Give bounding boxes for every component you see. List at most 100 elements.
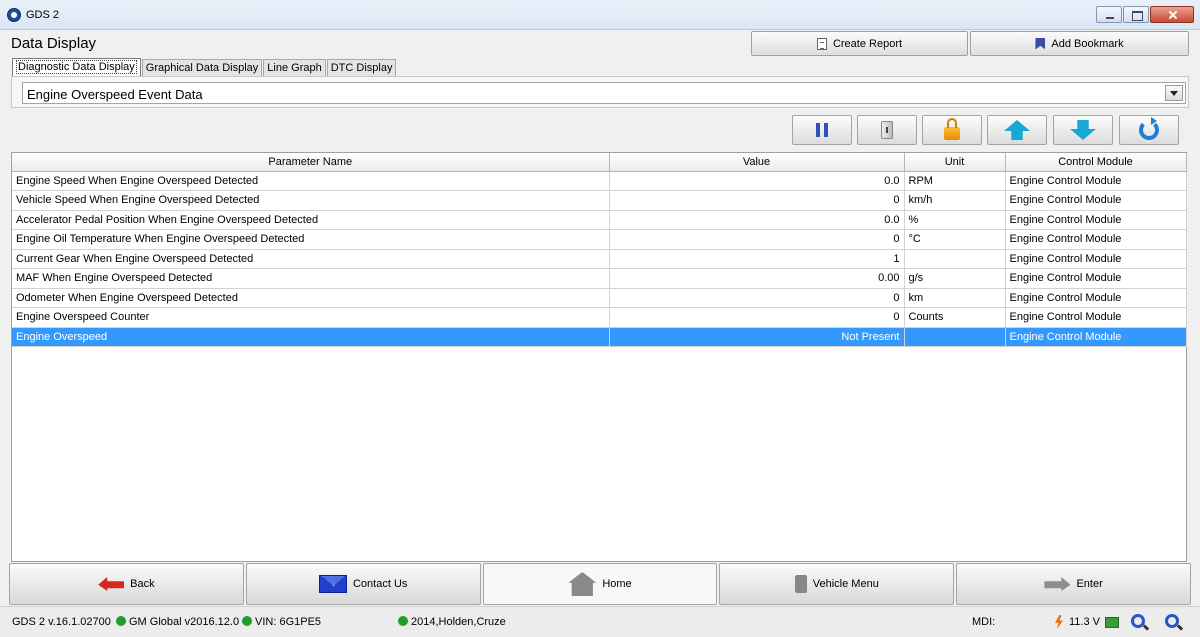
column-header-unit[interactable]: Unit <box>904 153 1006 172</box>
cell-unit: km/h <box>904 190 1006 211</box>
hold-icon <box>881 121 893 139</box>
table-row[interactable]: Current Gear When Engine Overspeed Detec… <box>12 249 1187 269</box>
bookmark-icon <box>1035 37 1046 50</box>
column-header-parameter-name[interactable]: Parameter Name <box>12 153 610 172</box>
window-title: GDS 2 <box>26 9 60 21</box>
enter-arrow-icon <box>1044 577 1071 591</box>
maximize-button[interactable] <box>1123 6 1149 23</box>
cell-value: 0.0 <box>609 210 905 230</box>
gds-app-icon <box>7 8 21 22</box>
chevron-down-icon[interactable] <box>1165 85 1183 101</box>
vin-status: VIN: 6G1PE5 <box>242 616 321 628</box>
cell-unit: Counts <box>904 307 1006 328</box>
status-dot-icon <box>398 616 408 626</box>
cell-value: 0 <box>609 229 905 250</box>
table-row[interactable]: Engine Oil Temperature When Engine Overs… <box>12 229 1187 250</box>
bottom-nav: Back Contact Us Home Vehicle Menu Enter <box>9 563 1191 605</box>
tab-line-graph[interactable]: Line Graph <box>263 59 326 76</box>
table-row[interactable]: Accelerator Pedal Position When Engine O… <box>12 210 1187 230</box>
add-bookmark-button[interactable]: Add Bookmark <box>970 31 1189 56</box>
tab-bar: Diagnostic Data Display Graphical Data D… <box>12 58 397 76</box>
cell-value: 0 <box>609 288 905 308</box>
cell-parameter-name: Vehicle Speed When Engine Overspeed Dete… <box>12 190 610 211</box>
table-row[interactable]: Odometer When Engine Overspeed Detected … <box>12 288 1187 308</box>
status-dot-icon <box>116 616 126 626</box>
cell-parameter-name: Accelerator Pedal Position When Engine O… <box>12 210 610 230</box>
lock-icon <box>944 118 960 140</box>
lock-button[interactable] <box>922 115 982 145</box>
create-report-button[interactable]: Create Report <box>751 31 968 56</box>
pause-button[interactable] <box>792 115 852 145</box>
data-list-select[interactable]: Engine Overspeed Event Data <box>22 82 1186 104</box>
table-header-row: Parameter Name Value Unit Control Module <box>12 153 1187 172</box>
back-label: Back <box>130 578 155 590</box>
table-row[interactable]: Engine Overspeed Counter 0 Counts Engine… <box>12 307 1187 328</box>
home-button[interactable]: Home <box>482 563 718 605</box>
back-button[interactable]: Back <box>9 563 244 605</box>
table-row[interactable]: Vehicle Speed When Engine Overspeed Dete… <box>12 190 1187 211</box>
move-up-button[interactable] <box>987 115 1047 145</box>
cell-parameter-name: Odometer When Engine Overspeed Detected <box>12 288 610 308</box>
cell-value: 0 <box>609 190 905 211</box>
global-version-status: GM Global v2016.12.0 <box>116 616 239 628</box>
battery-voltage: 11.3 V <box>1069 616 1100 628</box>
cell-parameter-name: MAF When Engine Overspeed Detected <box>12 268 610 289</box>
cell-control-module: Engine Control Module <box>1005 249 1187 269</box>
cell-parameter-name: Current Gear When Engine Overspeed Detec… <box>12 249 610 269</box>
home-label: Home <box>602 578 632 590</box>
enter-label: Enter <box>1076 578 1103 590</box>
close-button[interactable] <box>1150 6 1194 23</box>
tab-diagnostic-data-display[interactable]: Diagnostic Data Display <box>12 58 141 76</box>
cell-parameter-name: Engine Speed When Engine Overspeed Detec… <box>12 171 610 191</box>
window-title-bar: GDS 2 <box>0 0 1200 30</box>
column-header-control-module[interactable]: Control Module <box>1005 153 1187 172</box>
cell-unit: °C <box>904 229 1006 250</box>
refresh-icon <box>1139 117 1159 140</box>
mdi-label: MDI: <box>972 616 996 628</box>
cell-control-module: Engine Control Module <box>1005 210 1187 230</box>
parameter-table: Parameter Name Value Unit Control Module… <box>11 152 1187 562</box>
tab-dtc-display[interactable]: DTC Display <box>326 59 397 76</box>
hold-button[interactable] <box>857 115 917 145</box>
cell-parameter-name: Engine Oil Temperature When Engine Overs… <box>12 229 610 250</box>
vehicle-menu-button[interactable]: Vehicle Menu <box>719 563 955 605</box>
cell-control-module: Engine Control Module <box>1005 327 1187 347</box>
battery-voltage-icon <box>1055 615 1063 629</box>
arrow-down-icon <box>1070 120 1096 140</box>
cell-control-module: Engine Control Module <box>1005 190 1187 211</box>
table-row-selected[interactable]: Engine Overspeed Not Present Engine Cont… <box>12 327 1187 347</box>
contact-us-label: Contact Us <box>352 578 408 590</box>
add-bookmark-label: Add Bookmark <box>1051 37 1124 50</box>
contact-us-button[interactable]: Contact Us <box>245 563 481 605</box>
cell-unit: g/s <box>904 268 1006 289</box>
status-dot-icon <box>242 616 252 626</box>
connection-monitor-icon[interactable] <box>1105 617 1119 628</box>
cell-control-module: Engine Control Module <box>1005 171 1187 191</box>
refresh-button[interactable] <box>1119 115 1179 145</box>
zoom-out-icon[interactable] <box>1131 614 1145 628</box>
window-controls <box>1095 6 1194 23</box>
software-version: GDS 2 v.16.1.02700 <box>12 616 111 628</box>
cell-control-module: Engine Control Module <box>1005 268 1187 289</box>
cell-unit <box>904 249 1006 269</box>
move-down-button[interactable] <box>1053 115 1113 145</box>
column-header-value[interactable]: Value <box>609 153 905 172</box>
report-icon <box>816 37 827 50</box>
vehicle-info-status: 2014,Holden,Cruze <box>398 616 506 628</box>
cell-control-module: Engine Control Module <box>1005 307 1187 328</box>
pause-icon <box>816 123 828 137</box>
home-icon <box>568 572 597 596</box>
cell-control-module: Engine Control Module <box>1005 288 1187 308</box>
zoom-in-icon[interactable] <box>1165 614 1179 628</box>
cell-control-module: Engine Control Module <box>1005 229 1187 250</box>
table-row[interactable]: MAF When Engine Overspeed Detected 0.00 … <box>12 268 1187 289</box>
cell-value: Not Present <box>609 327 905 347</box>
table-row[interactable]: Engine Speed When Engine Overspeed Detec… <box>12 171 1187 191</box>
tab-graphical-data-display[interactable]: Graphical Data Display <box>141 59 263 76</box>
vehicle-menu-label: Vehicle Menu <box>812 578 879 590</box>
minimize-button[interactable] <box>1096 6 1122 23</box>
data-list-panel: Engine Overspeed Event Data <box>11 76 1189 108</box>
back-arrow-icon <box>98 577 125 591</box>
vehicle-menu-icon <box>794 575 807 593</box>
enter-button[interactable]: Enter <box>956 563 1191 605</box>
